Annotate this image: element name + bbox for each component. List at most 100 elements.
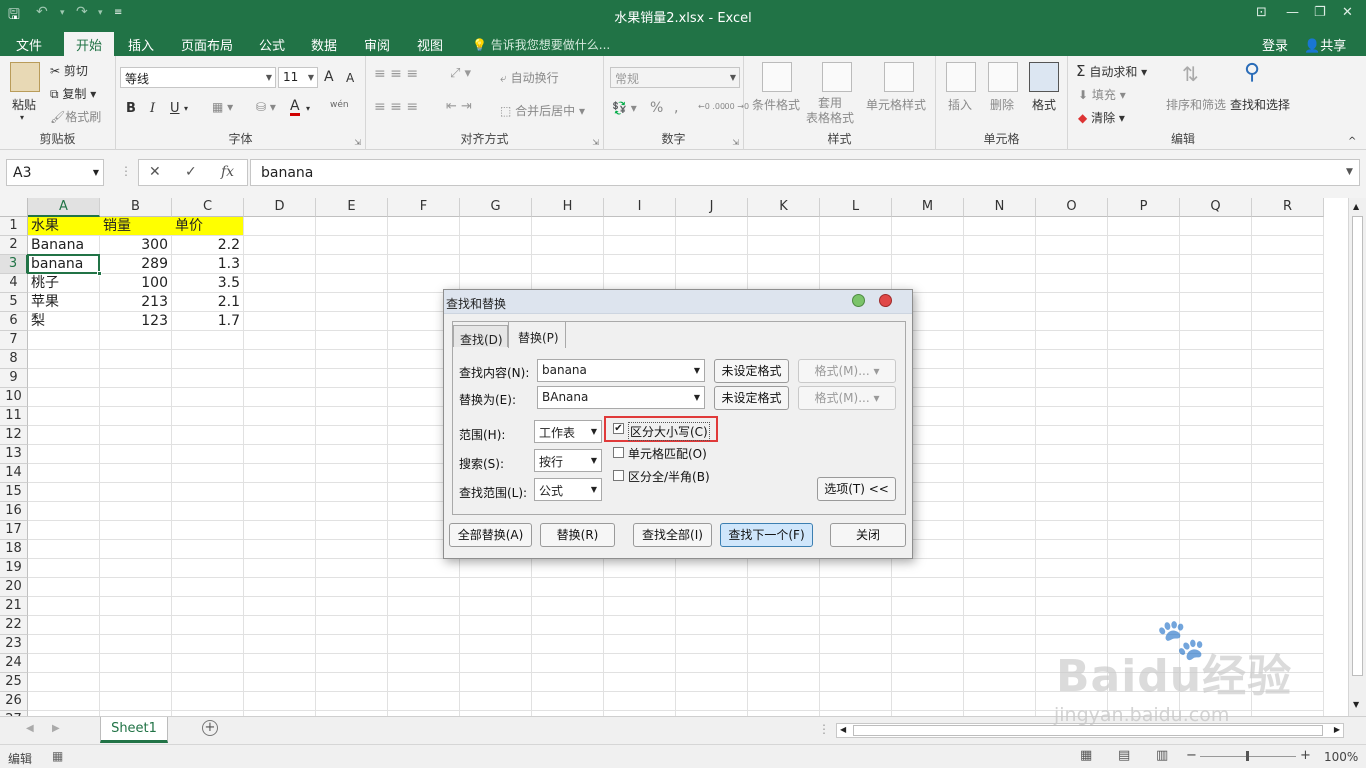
look-in-select[interactable]: 公式 ▼	[534, 478, 602, 501]
vertical-scroll-thumb[interactable]	[1352, 216, 1363, 676]
row-header-9[interactable]: 9	[0, 369, 28, 388]
cell-b1[interactable]: 销量	[100, 217, 171, 236]
cell-styles-button[interactable]: 单元格样式	[866, 96, 926, 113]
normal-view-icon[interactable]: ▦	[1080, 748, 1092, 763]
options-button[interactable]: 选项(T) <<	[817, 477, 896, 501]
format-cells-button[interactable]: 格式	[1032, 96, 1056, 113]
font-color-button[interactable]: A	[290, 99, 300, 116]
find-what-input[interactable]: banana ▼	[537, 359, 705, 382]
row-header-21[interactable]: 21	[0, 597, 28, 616]
name-box[interactable]: A3 ▼	[6, 159, 104, 186]
row-header-4[interactable]: 4	[0, 274, 28, 293]
cell-c3[interactable]: 1.3	[172, 255, 243, 274]
horizontal-scroll-thumb[interactable]	[853, 725, 1323, 736]
indent-icon[interactable]: ⇤ ⇥	[446, 99, 472, 114]
replace-button[interactable]: 替换(R)	[540, 523, 615, 547]
replace-all-button[interactable]: 全部替换(A)	[449, 523, 532, 547]
row-header-2[interactable]: 2	[0, 236, 28, 255]
tab-replace[interactable]: 替换(P)	[508, 321, 566, 348]
row-header-10[interactable]: 10	[0, 388, 28, 407]
prev-sheet-icon[interactable]: ◀	[26, 723, 34, 734]
font-name-select[interactable]: 等线 ▼	[120, 67, 276, 88]
scroll-right-icon[interactable]: ▶	[1334, 725, 1340, 734]
scroll-down-icon[interactable]: ▼	[1353, 700, 1359, 709]
add-sheet-icon[interactable]: +	[202, 720, 218, 736]
collapse-ribbon-icon[interactable]: ^	[1348, 136, 1356, 147]
row-header-19[interactable]: 19	[0, 559, 28, 578]
page-layout-view-icon[interactable]: ▤	[1118, 748, 1130, 763]
tell-me-search[interactable]: 💡 告诉我您想要做什么...	[472, 36, 610, 53]
row-header-12[interactable]: 12	[0, 426, 28, 445]
close-window-icon[interactable]: ✕	[1342, 5, 1353, 20]
sort-filter-button[interactable]: 排序和筛选	[1166, 96, 1226, 113]
column-header-m[interactable]: M	[892, 198, 964, 217]
close-button[interactable]: 关闭	[830, 523, 906, 547]
vertical-scrollbar[interactable]: ▲ ▼	[1348, 198, 1366, 716]
row-header-15[interactable]: 15	[0, 483, 28, 502]
tab-file[interactable]: 文件	[16, 35, 42, 54]
orientation-icon[interactable]: ⤢ ▾	[450, 66, 471, 81]
row-header-13[interactable]: 13	[0, 445, 28, 464]
cell-c1[interactable]: 单价	[172, 217, 243, 236]
row-header-24[interactable]: 24	[0, 654, 28, 673]
zoom-in-button[interactable]: +	[1300, 748, 1311, 763]
cell-c6[interactable]: 1.7	[172, 312, 243, 331]
share-button[interactable]: 👤共享	[1304, 35, 1346, 54]
insert-cells-icon[interactable]	[946, 62, 976, 92]
delete-cells-button[interactable]: 删除	[990, 96, 1014, 113]
dialog-launcher-icon[interactable]: ⇲	[732, 138, 739, 147]
help-icon[interactable]	[852, 294, 865, 307]
column-header-r[interactable]: R	[1252, 198, 1324, 217]
ribbon-display-icon[interactable]: ⊡	[1256, 5, 1267, 20]
restore-icon[interactable]: ❐	[1314, 5, 1326, 20]
borders-icon[interactable]: ▦ ▾	[212, 100, 233, 114]
match-byte-label[interactable]: 区分全/半角(B)	[628, 468, 710, 485]
column-header-i[interactable]: I	[604, 198, 676, 217]
insert-function-icon[interactable]: fx	[221, 164, 234, 180]
zoom-slider-thumb[interactable]	[1246, 751, 1249, 761]
column-header-a[interactable]: A	[28, 198, 100, 217]
cell-a6[interactable]: 梨	[28, 312, 99, 331]
cell-c4[interactable]: 3.5	[172, 274, 243, 293]
row-header-18[interactable]: 18	[0, 540, 28, 559]
column-header-e[interactable]: E	[316, 198, 388, 217]
copy-button[interactable]: ⧉ 复制 ▾	[50, 85, 96, 102]
zoom-level[interactable]: 100%	[1324, 750, 1358, 764]
cell-a1[interactable]: 水果	[28, 217, 99, 236]
cell-b2[interactable]: 300	[100, 236, 171, 255]
sheet-tab-sheet1[interactable]: Sheet1	[100, 717, 168, 743]
row-header-20[interactable]: 20	[0, 578, 28, 597]
cell-b6[interactable]: 123	[100, 312, 171, 331]
currency-icon[interactable]: 💱 ▾	[612, 101, 637, 115]
merge-center-button[interactable]: ⬚ 合并后居中 ▾	[500, 102, 585, 119]
column-header-k[interactable]: K	[748, 198, 820, 217]
zoom-out-button[interactable]: −	[1186, 748, 1197, 763]
italic-button[interactable]: I	[150, 101, 155, 116]
column-header-c[interactable]: C	[172, 198, 244, 217]
row-header-25[interactable]: 25	[0, 673, 28, 692]
row-header-7[interactable]: 7	[0, 331, 28, 350]
number-format-select[interactable]: 常规 ▼	[610, 67, 740, 88]
tab-split-handle[interactable]: ⋮	[818, 722, 830, 736]
expand-formula-icon[interactable]: ▼	[1346, 167, 1353, 177]
column-header-f[interactable]: F	[388, 198, 460, 217]
paste-button[interactable]: 粘贴	[12, 96, 36, 113]
increase-decimal-button[interactable]: ←0 .00	[698, 102, 725, 111]
tab-review[interactable]: 审阅	[364, 35, 390, 54]
column-header-h[interactable]: H	[532, 198, 604, 217]
grow-font-button[interactable]: A	[324, 69, 334, 85]
row-header-8[interactable]: 8	[0, 350, 28, 369]
search-order-select[interactable]: 按行 ▼	[534, 449, 602, 472]
column-header-l[interactable]: L	[820, 198, 892, 217]
clear-button[interactable]: ◆ 清除 ▾	[1078, 109, 1125, 126]
cell-b4[interactable]: 100	[100, 274, 171, 293]
bold-button[interactable]: B	[126, 101, 136, 116]
scroll-left-icon[interactable]: ◀	[840, 725, 846, 734]
tab-find[interactable]: 查找(D)	[453, 325, 508, 347]
cell-a2[interactable]: Banana	[28, 236, 99, 255]
font-color-dropdown-icon[interactable]: ▾	[306, 104, 310, 113]
autosum-button[interactable]: Σ 自动求和 ▾	[1076, 62, 1147, 80]
cell-c2[interactable]: 2.2	[172, 236, 243, 255]
macro-record-icon[interactable]: ▦	[52, 749, 63, 763]
column-header-p[interactable]: P	[1108, 198, 1180, 217]
